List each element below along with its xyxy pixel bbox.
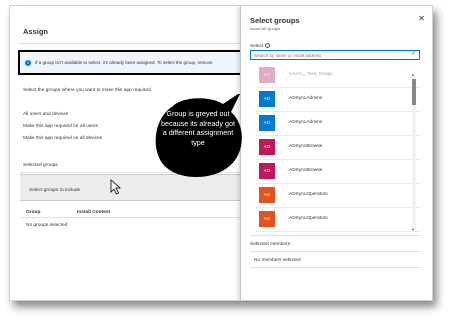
scroll-down-icon[interactable]: ▼ xyxy=(411,227,415,232)
selected-groups-label: Selected groups xyxy=(23,163,58,168)
divider xyxy=(18,43,240,44)
option-required-all-users[interactable]: Make this app required for all users xyxy=(23,124,98,129)
empty-groups-text: No groups selected xyxy=(26,223,68,228)
group-row[interactable]: AD ADSyncOperators xyxy=(241,208,421,232)
checkmark-icon: ✓ xyxy=(411,51,417,57)
select-groups-title: Select groups xyxy=(250,16,300,25)
search-input[interactable] xyxy=(250,50,420,60)
select-label: Select i xyxy=(250,43,271,49)
group-name: ADSyncOperators xyxy=(289,192,328,197)
group-row[interactable]: AD ADSyncAdmins xyxy=(241,112,421,136)
group-list: AA AAAA__Test_Group AD ADSyncAdmins AD A… xyxy=(241,64,421,232)
divider xyxy=(250,251,420,252)
column-header-install-context: Install Context xyxy=(77,210,111,215)
select-groups-blade: Select groups Azure AD groups ✕ Select i … xyxy=(240,6,432,300)
select-groups-button-label: Select groups to include xyxy=(29,188,81,193)
no-members-text: No members selected xyxy=(254,258,301,263)
info-banner: i If a group isn't available to select, … xyxy=(18,50,244,75)
divider xyxy=(250,267,420,268)
callout-text: Group is greyed out because its already … xyxy=(161,109,235,147)
group-row[interactable]: AD ADSyncAdmins xyxy=(241,88,421,112)
group-name: ADSyncAdmins xyxy=(289,120,323,125)
column-header-group: Group xyxy=(26,210,41,215)
group-name: ADSyncBrowse xyxy=(289,168,323,173)
close-icon[interactable]: ✕ xyxy=(418,14,425,23)
option-required-all-devices[interactable]: Make this app required on all devices xyxy=(23,136,102,141)
info-icon: i xyxy=(25,59,31,66)
scrollbar-thumb[interactable] xyxy=(412,79,416,105)
group-name: ADSyncBrowse xyxy=(289,144,323,149)
avatar: AD xyxy=(259,163,275,179)
group-row: AA AAAA__Test_Group xyxy=(241,64,421,88)
info-icon[interactable]: i xyxy=(265,43,271,48)
mouse-pointer-icon xyxy=(110,179,122,195)
option-all-users-devices[interactable]: All users and devices xyxy=(23,112,68,117)
group-name: ADSyncAdmins xyxy=(289,96,323,101)
avatar: AD xyxy=(259,211,275,227)
select-groups-subtitle: Azure AD groups xyxy=(250,26,281,31)
group-row[interactable]: AD ADSyncBrowse xyxy=(241,160,421,184)
group-row[interactable]: AD ADSyncBrowse xyxy=(241,136,421,160)
group-name: ADSyncOperators xyxy=(289,216,328,221)
avatar: AD xyxy=(259,139,275,155)
divider xyxy=(20,217,240,218)
scrollbar[interactable] xyxy=(412,77,416,229)
avatar: AA xyxy=(259,67,275,83)
avatar: AD xyxy=(259,91,275,107)
screenshot-frame: Assign i If a group isn't available to s… xyxy=(9,5,433,301)
assign-title: Assign xyxy=(23,27,49,36)
avatar: AD xyxy=(259,115,275,131)
select-label-text: Select xyxy=(250,44,264,49)
divider xyxy=(250,235,420,236)
avatar: AD xyxy=(259,187,275,203)
selected-members-label: Selected members: xyxy=(250,242,292,247)
group-row[interactable]: AD ADSyncOperators xyxy=(241,184,421,208)
assign-description: Select the groups where you want to make… xyxy=(23,88,153,93)
info-banner-text: If a group isn't available to select, it… xyxy=(35,60,213,65)
group-name: AAAA__Test_Group xyxy=(289,72,332,77)
